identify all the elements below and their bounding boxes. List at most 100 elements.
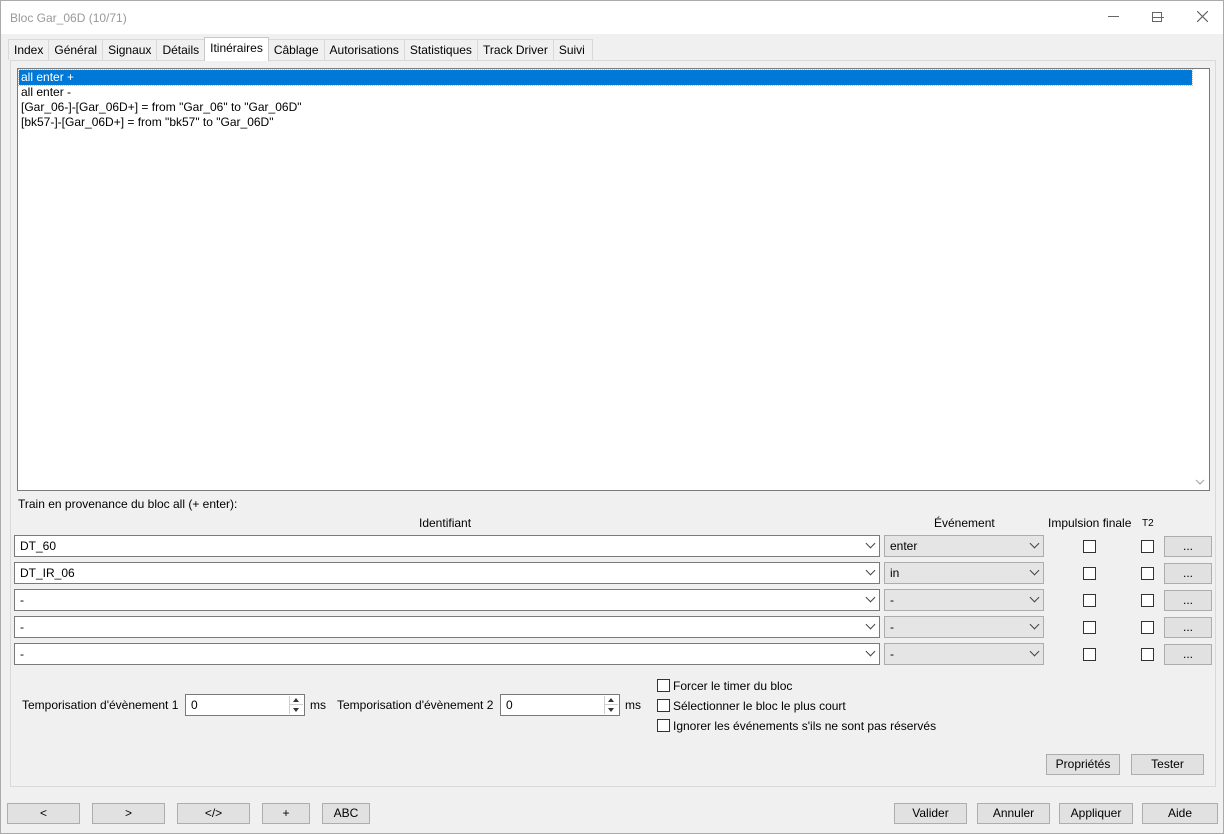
identifiant-combo[interactable]: - <box>14 616 880 638</box>
window-title: Bloc Gar_06D (10/71) <box>10 11 127 25</box>
close-button[interactable] <box>1180 0 1224 33</box>
tab-autorisations[interactable]: Autorisations <box>323 39 405 60</box>
evenement-value: - <box>890 647 894 661</box>
close-icon <box>1196 11 1208 22</box>
impulsion-checkbox[interactable] <box>1083 594 1096 607</box>
tab-itineraires[interactable]: Itinéraires <box>204 37 269 61</box>
identifiant-value: - <box>20 593 24 607</box>
chevron-down-icon <box>865 565 876 576</box>
tab-bar: Index Général Signaux Détails Itinéraire… <box>8 37 593 61</box>
evenement-combo[interactable]: enter <box>884 535 1044 557</box>
identifiant-value: - <box>20 620 24 634</box>
minimize-button[interactable] <box>1090 0 1136 33</box>
identifiant-combo[interactable]: - <box>14 643 880 665</box>
evenement-combo[interactable]: - <box>884 643 1044 665</box>
spin-down-icon[interactable] <box>293 708 299 712</box>
identifiant-value: - <box>20 647 24 661</box>
cancel-button[interactable]: Annuler <box>977 803 1050 824</box>
column-header-impulsion: Impulsion finale <box>1048 516 1132 530</box>
route-item[interactable]: [Gar_06-]-[Gar_06D+] = from "Gar_06" to … <box>19 100 1192 115</box>
t2-checkbox[interactable] <box>1141 648 1154 661</box>
identifiant-value: DT_60 <box>20 539 57 553</box>
shortest-block-checkbox[interactable] <box>657 699 670 712</box>
identifiant-combo[interactable]: DT_IR_06 <box>14 562 880 584</box>
maximize-button[interactable] <box>1134 0 1180 33</box>
evenement-combo[interactable]: - <box>884 589 1044 611</box>
t2-checkbox[interactable] <box>1141 621 1154 634</box>
impulsion-checkbox[interactable] <box>1083 648 1096 661</box>
help-button[interactable]: Aide <box>1142 803 1218 824</box>
timer1-value: 0 <box>191 698 198 712</box>
spin-buttons[interactable] <box>604 696 618 714</box>
tab-cablage[interactable]: Câblage <box>267 39 325 60</box>
chevron-down-icon <box>865 646 876 657</box>
shortest-block-label: Sélectionner le bloc le plus court <box>673 699 846 713</box>
chevron-down-icon <box>1029 592 1040 603</box>
impulsion-checkbox[interactable] <box>1083 567 1096 580</box>
identifiant-combo[interactable]: DT_60 <box>14 535 880 557</box>
ignore-events-label: Ignorer les événements s'ils ne sont pas… <box>673 719 937 733</box>
force-timer-checkbox[interactable] <box>657 679 670 692</box>
evenement-value: - <box>890 620 894 634</box>
apply-button[interactable]: Appliquer <box>1059 803 1133 824</box>
tab-suivi[interactable]: Suivi <box>552 39 593 60</box>
more-button[interactable]: ... <box>1164 590 1212 611</box>
evenement-value: enter <box>890 539 918 553</box>
tab-signaux[interactable]: Signaux <box>102 39 158 60</box>
chevron-down-icon <box>865 619 876 630</box>
impulsion-checkbox[interactable] <box>1083 621 1096 634</box>
timer2-unit: ms <box>625 698 641 712</box>
spin-down-icon[interactable] <box>608 708 614 712</box>
spin-buttons[interactable] <box>289 696 303 714</box>
code-button[interactable]: </> <box>177 803 250 824</box>
chevron-down-icon <box>1029 538 1040 549</box>
next-button[interactable]: > <box>92 803 165 824</box>
chevron-down-icon <box>1029 646 1040 657</box>
tab-general[interactable]: Général <box>48 39 104 60</box>
route-item[interactable]: all enter + <box>18 69 1193 86</box>
title-bar: Bloc Gar_06D (10/71) <box>1 1 1223 34</box>
more-button[interactable]: ... <box>1164 536 1212 557</box>
t2-checkbox[interactable] <box>1141 594 1154 607</box>
tab-index[interactable]: Index <box>8 39 50 60</box>
timer1-label: Temporisation d'évènement 1 <box>22 698 179 712</box>
more-button[interactable]: ... <box>1164 617 1212 638</box>
chevron-down-icon <box>865 592 876 603</box>
properties-button[interactable]: Propriétés <box>1046 754 1120 775</box>
evenement-combo[interactable]: in <box>884 562 1044 584</box>
column-header-identifiant: Identifiant <box>419 516 472 530</box>
chevron-down-icon <box>865 538 876 549</box>
chevron-down-icon <box>1029 565 1040 576</box>
tab-details[interactable]: Détails <box>156 39 206 60</box>
more-button[interactable]: ... <box>1164 563 1212 584</box>
validate-button[interactable]: Valider <box>894 803 967 824</box>
route-item[interactable]: all enter - <box>19 85 1192 100</box>
route-item[interactable]: [bk57-]-[Gar_06D+] = from "bk57" to "Gar… <box>19 115 1192 130</box>
abc-button[interactable]: ABC <box>322 803 370 824</box>
evenement-value: - <box>890 593 894 607</box>
force-timer-label: Forcer le timer du bloc <box>673 679 793 693</box>
routes-list[interactable]: all enter + all enter - [Gar_06-]-[Gar_0… <box>17 68 1210 491</box>
tab-statistiques[interactable]: Statistiques <box>403 39 478 60</box>
section-label: Train en provenance du bloc all (+ enter… <box>18 497 238 511</box>
timer2-label: Temporisation d'évènement 2 <box>337 698 494 712</box>
tab-track-driver[interactable]: Track Driver <box>476 39 554 60</box>
add-button[interactable]: + <box>262 803 310 824</box>
t2-checkbox[interactable] <box>1141 567 1154 580</box>
timer1-spinbox[interactable]: 0 <box>185 694 305 716</box>
more-button[interactable]: ... <box>1164 644 1212 665</box>
evenement-combo[interactable]: - <box>884 616 1044 638</box>
identifiant-value: DT_IR_06 <box>20 566 75 580</box>
ignore-events-checkbox[interactable] <box>657 719 670 732</box>
previous-button[interactable]: < <box>7 803 80 824</box>
column-header-evenement: Événement <box>934 516 995 530</box>
test-button[interactable]: Tester <box>1131 754 1204 775</box>
timer1-unit: ms <box>310 698 326 712</box>
spin-up-icon[interactable] <box>608 698 614 702</box>
impulsion-checkbox[interactable] <box>1083 540 1096 553</box>
t2-checkbox[interactable] <box>1141 540 1154 553</box>
identifiant-combo[interactable]: - <box>14 589 880 611</box>
timer2-spinbox[interactable]: 0 <box>500 694 620 716</box>
scroll-down-icon[interactable] <box>1195 479 1205 486</box>
spin-up-icon[interactable] <box>293 698 299 702</box>
